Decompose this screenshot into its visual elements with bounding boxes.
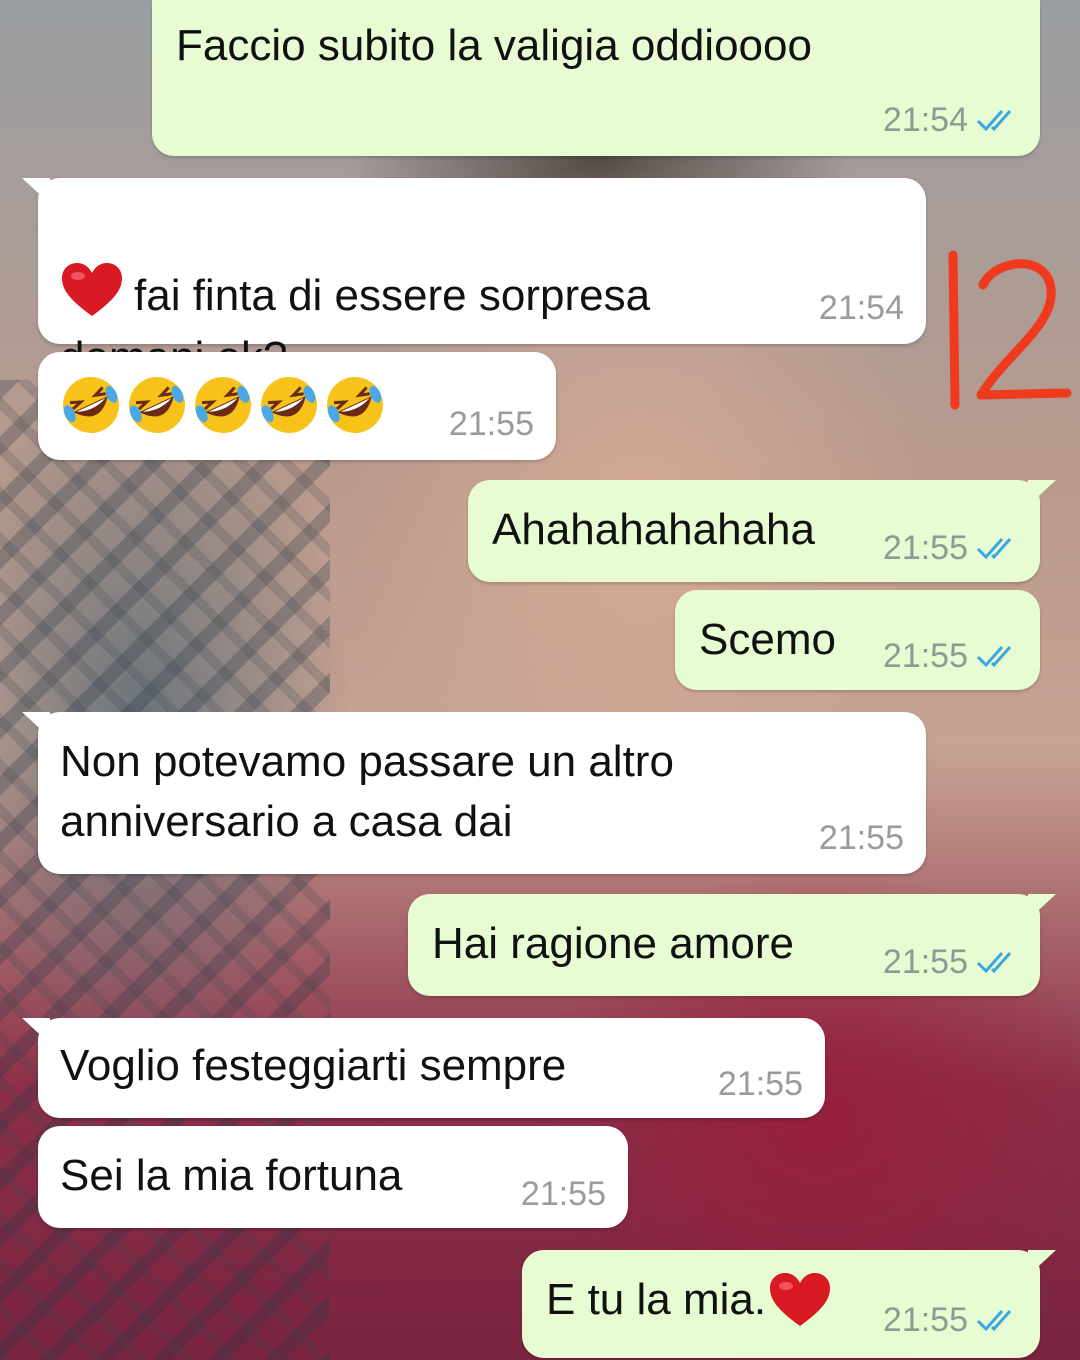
message-text: Voglio festeggiarti sempre — [60, 1041, 567, 1090]
double-check-icon — [976, 646, 1012, 668]
message-bubble-incoming[interactable]: fai finta di essere sorpresa domani ok? … — [22, 178, 926, 382]
rolling-on-floor-laughing-emoji — [129, 377, 185, 433]
message-text: Sei la mia fortuna — [60, 1151, 403, 1200]
message-meta: 21:55 — [449, 404, 534, 444]
message-meta: 21:55 — [521, 1174, 606, 1214]
message-text: Ahahahahahaha — [492, 505, 815, 554]
message-meta: 21:54 — [883, 100, 1018, 140]
double-check-icon — [976, 110, 1012, 132]
double-check-icon — [976, 952, 1012, 974]
message-text: E tu la mia. — [546, 1275, 767, 1324]
message-bubble-incoming[interactable]: Sei la mia fortuna 21:55 — [38, 1126, 628, 1228]
message-text: Faccio subito la valigia oddioooo — [176, 21, 812, 70]
rolling-on-floor-laughing-emoji — [327, 377, 383, 433]
message-bubble-incoming[interactable]: Non potevamo passare un altro anniversar… — [22, 712, 926, 874]
heart-emoji — [770, 1273, 831, 1326]
message-text: Hai ragione amore — [432, 919, 794, 968]
message-time: 21:55 — [448, 405, 534, 443]
message-time: 21:55 — [520, 1175, 606, 1213]
message-meta: 21:55 — [883, 942, 1018, 982]
message-text-block: E tu la mia. — [546, 1270, 832, 1330]
message-meta: 21:55 — [883, 528, 1018, 568]
message-bubble-incoming[interactable]: 21:55 — [38, 352, 556, 460]
message-time: 21:55 — [882, 637, 968, 675]
message-time: 21:54 — [818, 289, 904, 327]
message-time: 21:55 — [818, 819, 904, 857]
bubble-tail — [22, 178, 50, 204]
message-bubble-outgoing[interactable]: Hai ragione amore 21:55 — [408, 894, 1056, 996]
message-meta: 21:54 — [819, 288, 904, 328]
double-check-icon — [976, 538, 1012, 560]
message-meta: 21:55 — [819, 818, 904, 858]
message-bubble-incoming[interactable]: Voglio festeggiarti sempre 21:55 — [22, 1018, 825, 1118]
message-time: 21:55 — [717, 1065, 803, 1103]
message-meta: 21:55 — [883, 1300, 1018, 1340]
rolling-on-floor-laughing-emoji — [195, 377, 251, 433]
message-bubble-outgoing[interactable]: Ahahahahahaha 21:55 — [468, 480, 1056, 582]
double-check-icon — [976, 1310, 1012, 1332]
bubble-tail — [1028, 894, 1056, 920]
message-bubble-outgoing[interactable]: Faccio subito la valigia oddioooo 21:54 — [152, 0, 1040, 156]
message-time: 21:55 — [882, 1301, 968, 1339]
message-meta: 21:55 — [883, 636, 1018, 676]
message-time: 21:55 — [882, 529, 968, 567]
message-bubble-outgoing[interactable]: E tu la mia. 21:55 — [522, 1250, 1056, 1358]
bubble-tail — [1028, 480, 1056, 506]
emoji-row — [60, 374, 390, 436]
message-text: Scemo — [699, 615, 836, 664]
rolling-on-floor-laughing-emoji — [63, 377, 119, 433]
bubble-tail — [1028, 1250, 1056, 1276]
message-text: Non potevamo passare un altro anniversar… — [60, 737, 674, 846]
message-bubble-outgoing[interactable]: Scemo 21:55 — [675, 590, 1040, 690]
message-time: 21:54 — [882, 101, 968, 139]
message-meta: 21:55 — [718, 1064, 803, 1104]
message-time: 21:55 — [882, 943, 968, 981]
rolling-on-floor-laughing-emoji — [261, 377, 317, 433]
handwritten-number-annotation: 12 — [948, 250, 1072, 410]
heart-emoji — [62, 263, 122, 316]
